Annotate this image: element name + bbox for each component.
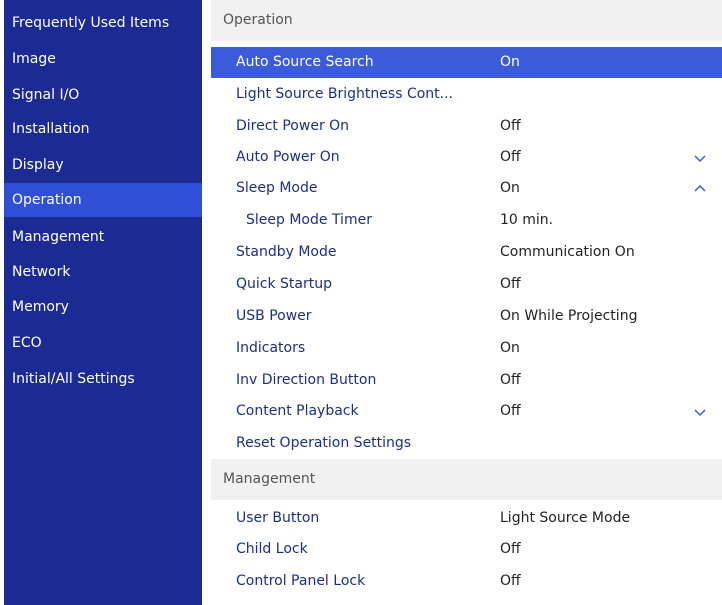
row-value: Communication On [500, 244, 635, 260]
row-indicators[interactable]: Indicators On [211, 333, 722, 364]
row-content-playback[interactable]: Content Playback Off [211, 396, 722, 427]
row-value: Light Source Mode [500, 510, 631, 526]
settings-sidebar: Frequently Used Items Image Signal I/O I… [4, 0, 202, 605]
row-auto-source-search[interactable]: Auto Source Search On [211, 47, 722, 78]
row-child-lock[interactable]: Child Lock Off [211, 534, 722, 565]
row-value: On [500, 180, 520, 196]
row-user-button[interactable]: User Button Light Source Mode [211, 503, 722, 534]
chevron-down-icon[interactable] [694, 152, 706, 164]
row-value: Off [500, 149, 521, 165]
row-label: Control Panel Lock [236, 573, 366, 589]
row-value: On [500, 340, 520, 356]
row-light-source-brightness[interactable]: Light Source Brightness Cont... [211, 79, 722, 110]
row-label: Sleep Mode Timer [246, 212, 372, 228]
row-value: On While Projecting [500, 308, 638, 324]
row-label: Content Playback [236, 403, 359, 419]
chevron-down-icon[interactable] [694, 406, 706, 418]
row-label: Sleep Mode [236, 180, 318, 196]
settings-panel: Operation Auto Source Search On Light So… [211, 0, 722, 605]
row-usb-power[interactable]: USB Power On While Projecting [211, 301, 722, 332]
row-label: Direct Power On [236, 118, 350, 134]
row-label: Inv Direction Button [236, 372, 377, 388]
row-label: Standby Mode [236, 244, 337, 260]
row-control-panel-lock[interactable]: Control Panel Lock Off [211, 566, 722, 597]
row-standby-mode[interactable]: Standby Mode Communication On [211, 237, 722, 268]
sidebar-item-memory[interactable]: Memory [4, 290, 202, 324]
row-auto-power-on[interactable]: Auto Power On Off [211, 142, 722, 173]
section-header-management: Management [211, 459, 722, 500]
sidebar-item-display[interactable]: Display [4, 148, 202, 182]
row-value: Off [500, 403, 521, 419]
sidebar-item-network[interactable]: Network [4, 255, 202, 289]
row-value: 10 min. [500, 212, 554, 228]
row-reset-operation-settings[interactable]: Reset Operation Settings [211, 428, 722, 459]
row-label: Auto Power On [236, 149, 340, 165]
sidebar-item-management[interactable]: Management [4, 220, 202, 254]
row-value: Off [500, 118, 521, 134]
row-label: Quick Startup [236, 276, 332, 292]
row-sleep-mode[interactable]: Sleep Mode On [211, 173, 722, 204]
row-label: Indicators [236, 340, 306, 356]
row-sleep-mode-timer[interactable]: Sleep Mode Timer 10 min. [211, 205, 722, 236]
row-label: Child Lock [236, 541, 308, 557]
row-quick-startup[interactable]: Quick Startup Off [211, 269, 722, 300]
sidebar-item-eco[interactable]: ECO [4, 326, 202, 360]
row-label: User Button [236, 510, 320, 526]
sidebar-item-signal-io[interactable]: Signal I/O [4, 78, 202, 112]
sidebar-item-image[interactable]: Image [4, 42, 202, 76]
row-label: Auto Source Search [236, 54, 374, 70]
sidebar-item-initial-all-settings[interactable]: Initial/All Settings [4, 362, 202, 396]
section-header-operation: Operation [211, 0, 722, 41]
row-value: Off [500, 573, 521, 589]
row-value: Off [500, 276, 521, 292]
sidebar-item-operation[interactable]: Operation [4, 183, 202, 217]
sidebar-item-frequently-used-items[interactable]: Frequently Used Items [4, 6, 202, 40]
row-value: On [500, 54, 520, 70]
row-label: Reset Operation Settings [236, 435, 412, 451]
sidebar-item-installation[interactable]: Installation [4, 112, 202, 146]
row-label: Light Source Brightness Cont... [236, 86, 453, 102]
row-value: Off [500, 372, 521, 388]
row-inv-direction-button[interactable]: Inv Direction Button Off [211, 365, 722, 396]
chevron-up-icon[interactable] [694, 183, 706, 195]
row-label: USB Power [236, 308, 312, 324]
row-direct-power-on[interactable]: Direct Power On Off [211, 111, 722, 142]
row-value: Off [500, 541, 521, 557]
